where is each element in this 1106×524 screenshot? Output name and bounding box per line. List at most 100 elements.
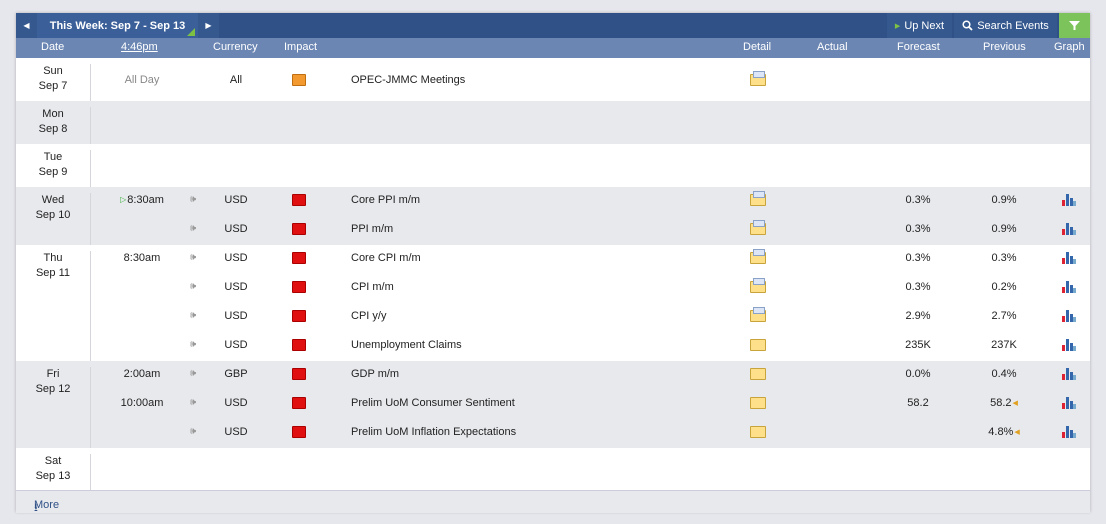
event-previous: 0.9% xyxy=(978,214,1030,243)
bar-chart-icon xyxy=(1062,193,1076,206)
event-previous: 58.2 ◀ xyxy=(978,388,1030,417)
detail-button[interactable] xyxy=(748,388,768,417)
event-row[interactable]: 🕪 USD PPI m/m 0.3% 0.9% xyxy=(16,214,1090,243)
event-row[interactable]: 🕪 USD Unemployment Claims 235K 237K xyxy=(16,330,1090,359)
search-events-button[interactable]: Search Events xyxy=(954,13,1057,38)
detail-button[interactable] xyxy=(748,330,768,359)
event-time-text: 2:00am xyxy=(123,367,161,380)
event-name[interactable]: Core PPI m/m xyxy=(351,185,731,214)
day-row-mon xyxy=(16,101,1090,144)
event-row[interactable]: 8:30am 🕪 USD Core CPI m/m 0.3% 0.3% xyxy=(16,243,1090,272)
speaker-icon: 🕪 xyxy=(189,339,197,350)
event-name[interactable]: CPI m/m xyxy=(351,272,731,301)
event-row[interactable]: 🕪 USD CPI y/y 2.9% 2.7% xyxy=(16,301,1090,330)
more-bar: ⭳ More xyxy=(16,490,1090,514)
event-time xyxy=(112,417,172,446)
impact-icon[interactable] xyxy=(292,359,306,388)
event-row[interactable]: ▷ 8:30am 🕪 USD Core PPI m/m 0.3% 0.9% xyxy=(16,185,1090,214)
event-name[interactable]: Core CPI m/m xyxy=(351,243,731,272)
detail-button[interactable] xyxy=(748,359,768,388)
col-impact: Impact xyxy=(284,41,318,53)
impact-icon[interactable] xyxy=(292,185,306,214)
event-forecast: 58.2 xyxy=(907,396,929,409)
graph-button[interactable] xyxy=(1060,359,1078,388)
event-row[interactable]: 🕪 USD Prelim UoM Inflation Expectations 4.8… xyxy=(16,417,1090,446)
red-impact-icon xyxy=(292,309,306,322)
event-forecast: 0.3% xyxy=(905,193,931,206)
day-date: Sep 13 xyxy=(35,470,71,482)
graph-button[interactable] xyxy=(1060,301,1078,330)
detail-button[interactable] xyxy=(748,214,768,243)
graph-button[interactable] xyxy=(1060,243,1078,272)
event-forecast: 235K xyxy=(905,338,931,351)
folder-icon xyxy=(750,425,766,438)
detail-button[interactable] xyxy=(748,417,768,446)
graph-button[interactable] xyxy=(1060,214,1078,243)
red-impact-icon xyxy=(292,222,306,235)
event-time-text: All Day xyxy=(124,73,160,86)
event-forecast: 0.0% xyxy=(905,367,931,380)
event-name[interactable]: PPI m/m xyxy=(351,214,731,243)
speaker-icon: 🕪 xyxy=(189,397,197,408)
graph-button[interactable] xyxy=(1060,272,1078,301)
event-previous-value: 0.9% xyxy=(991,193,1017,206)
up-next-button[interactable]: ▶ Up Next xyxy=(887,13,952,38)
event-name[interactable]: Unemployment Claims xyxy=(351,330,731,359)
detail-button[interactable] xyxy=(748,272,768,301)
impact-icon[interactable] xyxy=(292,388,306,417)
graph-button[interactable] xyxy=(1060,185,1078,214)
impact-icon[interactable] xyxy=(292,417,306,446)
speaker-icon: 🕪 xyxy=(189,281,197,292)
event-previous xyxy=(978,65,1030,94)
event-name[interactable]: Prelim UoM Inflation Expectations xyxy=(351,417,731,446)
orange-impact-icon xyxy=(292,73,306,86)
col-graph: Graph xyxy=(1054,41,1085,53)
event-name[interactable]: OPEC-JMMC Meetings xyxy=(351,65,731,94)
graph-button[interactable] xyxy=(1060,388,1078,417)
filter-button[interactable] xyxy=(1059,13,1090,38)
event-name[interactable]: GDP m/m xyxy=(351,359,731,388)
col-date: Date xyxy=(41,41,65,53)
graph-button[interactable] xyxy=(1060,417,1078,446)
folder-icon xyxy=(750,306,766,322)
event-name[interactable]: Prelim UoM Consumer Sentiment xyxy=(351,388,731,417)
event-forecast: 0.3% xyxy=(905,222,931,235)
event-name[interactable]: CPI y/y xyxy=(351,301,731,330)
event-currency: USD xyxy=(224,280,248,293)
red-impact-icon xyxy=(292,251,306,264)
event-previous: 0.9% xyxy=(978,185,1030,214)
calendar-panel: ◀ This Week: Sep 7 - Sep 13 ▶ ▶ Up Next … xyxy=(16,13,1090,514)
impact-icon[interactable] xyxy=(292,272,306,301)
event-row[interactable]: 2:00am 🕪 GBP GDP m/m 0.0% 0.4% xyxy=(16,359,1090,388)
event-previous-value: 0.9% xyxy=(991,222,1017,235)
corner-icon xyxy=(187,28,195,36)
impact-icon[interactable] xyxy=(292,330,306,359)
bar-chart-icon xyxy=(1062,338,1076,351)
event-previous-value: 0.3% xyxy=(991,251,1017,264)
search-events-label: Search Events xyxy=(977,19,1049,32)
event-time: 2:00am xyxy=(112,359,172,388)
detail-button[interactable] xyxy=(748,65,768,94)
impact-icon[interactable] xyxy=(292,301,306,330)
graph-button[interactable] xyxy=(1060,330,1078,359)
detail-button[interactable] xyxy=(748,185,768,214)
event-row[interactable]: 🕪 USD CPI m/m 0.3% 0.2% xyxy=(16,272,1090,301)
col-previous: Previous xyxy=(983,41,1026,53)
event-row[interactable]: 10:00am 🕪 USD Prelim UoM Consumer Sentiment… xyxy=(16,388,1090,417)
event-forecast: 0.3% xyxy=(905,251,931,264)
play-icon: ▶ xyxy=(894,22,901,30)
col-time[interactable]: 4:46pm xyxy=(121,41,158,53)
event-previous-value: 2.7% xyxy=(991,309,1017,322)
speaker-icon: 🕪 xyxy=(189,223,197,234)
impact-icon[interactable] xyxy=(292,243,306,272)
next-week-button[interactable]: ▶ xyxy=(198,13,219,38)
prev-week-button[interactable]: ◀ xyxy=(16,13,37,38)
week-selector[interactable]: This Week: Sep 7 - Sep 13 xyxy=(37,13,198,38)
event-row[interactable]: All Day All OPEC-JMMC Meetings xyxy=(16,65,1090,94)
event-time: ▷ 8:30am xyxy=(112,185,172,214)
detail-button[interactable] xyxy=(748,301,768,330)
bar-chart-icon xyxy=(1062,309,1076,322)
impact-icon[interactable] xyxy=(292,65,306,94)
detail-button[interactable] xyxy=(748,243,768,272)
impact-icon[interactable] xyxy=(292,214,306,243)
